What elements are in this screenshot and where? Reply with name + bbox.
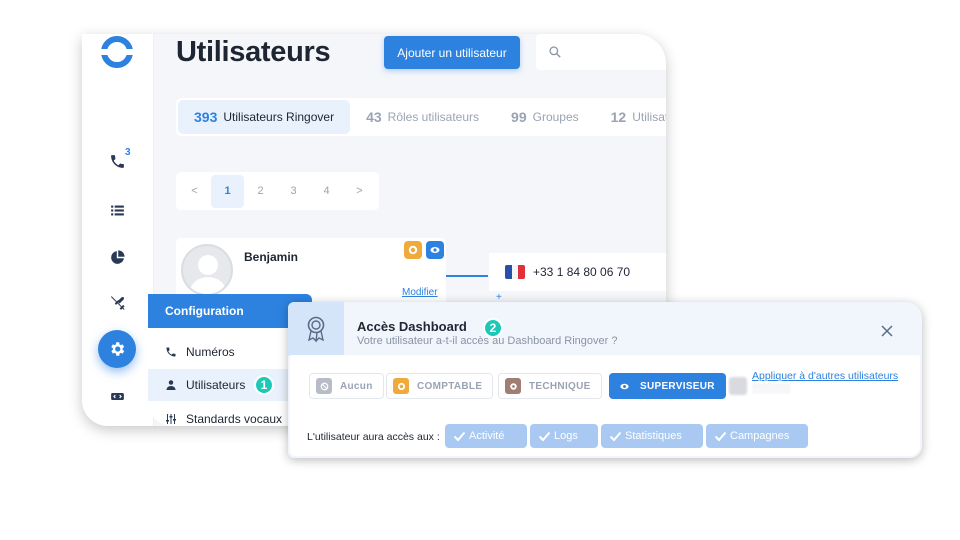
eye-icon: [430, 247, 440, 253]
coin-icon: [408, 245, 418, 255]
check-icon: [538, 431, 551, 441]
search-icon: [549, 46, 561, 58]
tab-count: 12: [610, 109, 627, 125]
settings-nav-button[interactable]: [98, 330, 136, 368]
config-item-label: Standards vocaux: [186, 412, 283, 426]
superviseur-badge: [426, 241, 444, 259]
tab-label: Utilisateurs Ringover: [223, 110, 335, 124]
permission-label: Statistiques: [625, 430, 682, 442]
tab-groupes[interactable]: 99 Groupes: [495, 100, 595, 134]
pie-chart-icon[interactable]: [104, 244, 130, 270]
permission-activite[interactable]: Activité: [445, 424, 527, 448]
phone-card: +33 1 84 80 06 70: [489, 253, 666, 291]
page-button-2[interactable]: 2: [244, 175, 277, 208]
ringover-logo[interactable]: [99, 36, 143, 68]
permission-label: Campagnes: [730, 430, 790, 442]
tab-count: 43: [366, 109, 382, 125]
list-icon[interactable]: [104, 197, 130, 223]
sliders-icon: [166, 414, 176, 424]
user-icon: [166, 380, 176, 390]
coin-icon: [393, 378, 409, 394]
check-icon: [609, 431, 622, 441]
tab-count: 99: [511, 109, 527, 125]
role-label: COMPTABLE: [417, 380, 483, 392]
swords-icon[interactable]: [104, 290, 130, 316]
prev-page-button[interactable]: <: [178, 175, 211, 208]
add-user-button[interactable]: Ajouter un utilisateur: [384, 36, 520, 69]
role-comptable-button[interactable]: COMPTABLE: [386, 373, 494, 399]
calls-badge: 3: [125, 147, 131, 158]
role-label: TECHNIQUE: [529, 380, 591, 392]
check-icon: [714, 431, 727, 441]
page-button-3[interactable]: 3: [277, 175, 310, 208]
permission-statistiques[interactable]: Statistiques: [601, 424, 703, 448]
award-icon: [307, 316, 325, 343]
page-button-4[interactable]: 4: [310, 175, 343, 208]
role-aucun-button[interactable]: Aucun: [309, 373, 384, 399]
role-technique-button[interactable]: TECHNIQUE: [498, 373, 602, 399]
permission-logs[interactable]: Logs: [530, 424, 598, 448]
modal-subtitle: Votre utilisateur a-t-il accès au Dashbo…: [357, 335, 618, 347]
config-item-label: Numéros: [186, 345, 235, 359]
next-page-button[interactable]: >: [343, 175, 376, 208]
gear-icon: [505, 378, 521, 394]
page-title: Utilisateurs: [176, 36, 331, 68]
connector-line: [446, 275, 488, 277]
pagination: < 1 2 3 4 >: [176, 172, 379, 210]
tab-label: Rôles utilisateurs: [387, 110, 480, 124]
role-label: Aucun: [340, 380, 373, 392]
blurred-role-label: ░░░░░░: [752, 383, 791, 393]
check-icon: [453, 431, 466, 441]
blurred-role-icon: [729, 377, 747, 395]
access-label: L'utilisateur aura accès aux :: [307, 431, 440, 443]
phone-icon: [166, 347, 176, 357]
config-item-label: Utilisateurs: [186, 378, 246, 392]
user-name: Benjamin: [244, 250, 299, 264]
tab-roles-utilisateurs[interactable]: 43 Rôles utilisateurs: [350, 100, 495, 134]
modal-body: Aucun COMPTABLE TECHNIQUE SUPERVISEUR ░░…: [290, 355, 920, 456]
permission-campagnes[interactable]: Campagnes: [706, 424, 808, 448]
close-icon[interactable]: [880, 324, 894, 338]
gear-icon: [111, 342, 125, 356]
tabs-bar: 393 Utilisateurs Ringover 43 Rôles utili…: [176, 98, 666, 136]
phone-number: +33 1 84 80 06 70: [533, 265, 631, 279]
modal-icon-box: [288, 302, 344, 356]
role-label: SUPERVISEUR: [640, 380, 715, 392]
permission-label: Activité: [469, 430, 505, 442]
step-badge-1: 1: [254, 375, 274, 395]
role-superviseur-button[interactable]: SUPERVISEUR: [609, 373, 726, 399]
france-flag-icon: [505, 265, 525, 279]
tab-label: Utilisat: [632, 110, 666, 124]
comptable-badge: [404, 241, 422, 259]
apply-to-others-link[interactable]: Appliquer à d'autres utilisateurs: [752, 370, 898, 382]
page-button-1[interactable]: 1: [211, 174, 244, 208]
left-rail: 3: [82, 34, 154, 426]
block-icon: [316, 378, 332, 394]
tab-count: 393: [194, 109, 218, 125]
modify-link[interactable]: Modifier: [402, 287, 438, 298]
search-input[interactable]: [536, 34, 666, 70]
eye-icon: [616, 378, 632, 394]
modal-title: Accès Dashboard: [357, 319, 467, 334]
tab-label: Groupes: [532, 110, 579, 124]
code-icon[interactable]: [104, 383, 130, 409]
avatar: [181, 244, 233, 296]
step-badge-2: 2: [483, 318, 503, 338]
permission-label: Logs: [554, 430, 578, 442]
tab-utilisateurs-other[interactable]: 12 Utilisat: [595, 100, 666, 134]
tab-utilisateurs-ringover[interactable]: 393 Utilisateurs Ringover: [178, 100, 351, 134]
access-dashboard-modal: Accès Dashboard Votre utilisateur a-t-il…: [288, 302, 922, 458]
